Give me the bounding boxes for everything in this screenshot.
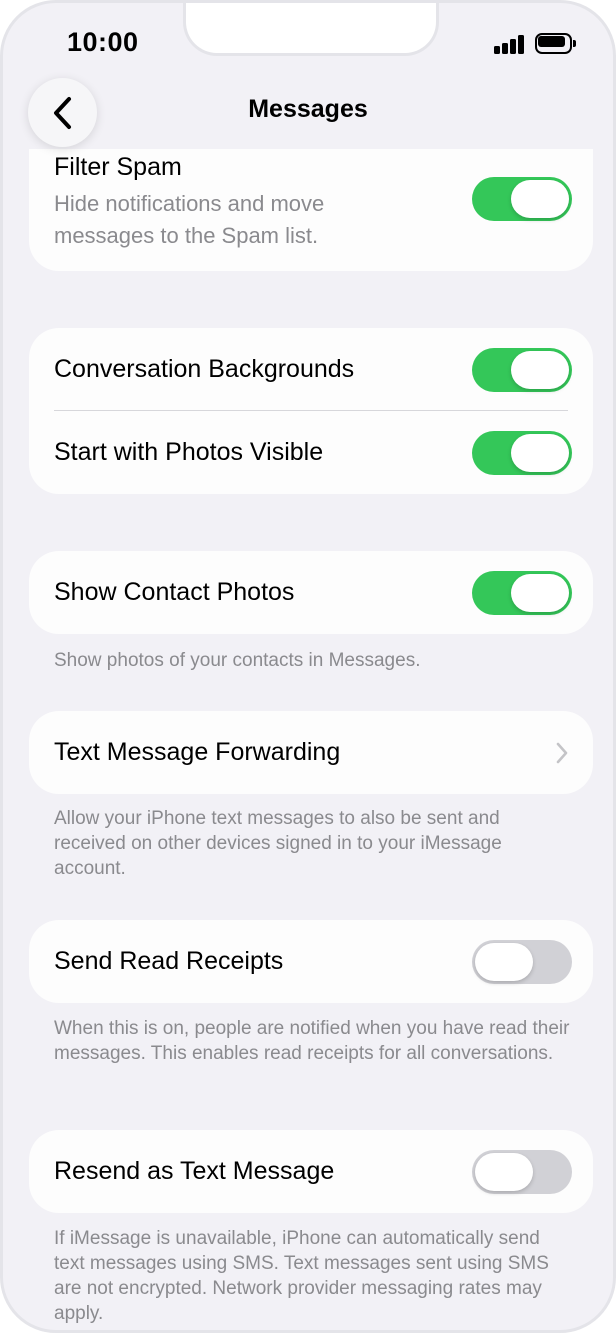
conversation-backgrounds-toggle[interactable] xyxy=(472,348,572,392)
text-forwarding-card[interactable]: Text Message Forwarding xyxy=(29,711,593,794)
camera-notch xyxy=(183,3,439,56)
text-forwarding-row[interactable]: Text Message Forwarding xyxy=(29,711,593,794)
resend-as-text-toggle[interactable] xyxy=(472,1150,572,1194)
read-receipts-card: Send Read Receipts xyxy=(29,920,593,1003)
text-forwarding-footnote: Allow your iPhone text messages to also … xyxy=(54,808,502,879)
page-title: Messages xyxy=(248,95,368,123)
resend-as-text-row: Resend as Text Message xyxy=(29,1130,593,1213)
show-contact-photos-toggle[interactable] xyxy=(472,571,572,615)
show-contact-photos-label: Show Contact Photos xyxy=(54,578,295,606)
filter-spam-toggle[interactable] xyxy=(472,177,572,221)
cellular-signal-icon xyxy=(494,34,526,54)
conversation-backgrounds-label: Conversation Backgrounds xyxy=(54,355,355,383)
conversation-backgrounds-row: Conversation Backgrounds xyxy=(29,328,593,411)
send-read-receipts-label: Send Read Receipts xyxy=(54,947,284,975)
start-photos-visible-row: Start with Photos Visible xyxy=(29,411,593,494)
read-receipts-footnote: When this is on, people are notified whe… xyxy=(54,1018,570,1064)
filter-spam-description: Hide notifications and move messages to … xyxy=(54,191,325,248)
chevron-right-icon xyxy=(556,742,568,764)
send-read-receipts-row: Send Read Receipts xyxy=(29,920,593,1003)
battery-icon xyxy=(535,33,577,54)
phone-screen: 10:00 Messages Filter Spam Hide notifica… xyxy=(0,0,616,1333)
start-photos-visible-toggle[interactable] xyxy=(472,431,572,475)
resend-as-text-label: Resend as Text Message xyxy=(54,1157,335,1185)
display-options-card: Conversation Backgrounds Start with Phot… xyxy=(29,328,593,494)
start-photos-visible-label: Start with Photos Visible xyxy=(54,438,324,466)
text-forwarding-label: Text Message Forwarding xyxy=(54,738,341,766)
show-contact-photos-row: Show Contact Photos xyxy=(29,551,593,634)
contact-photos-footnote: Show photos of your contacts in Messages… xyxy=(54,650,421,671)
resend-sms-footnote: If iMessage is unavailable, iPhone can a… xyxy=(54,1228,549,1324)
status-time: 10:00 xyxy=(67,27,139,57)
contact-photos-card: Show Contact Photos xyxy=(29,551,593,634)
resend-sms-card: Resend as Text Message xyxy=(29,1130,593,1213)
filter-spam-label: Filter Spam xyxy=(54,153,182,181)
send-read-receipts-toggle[interactable] xyxy=(472,940,572,984)
